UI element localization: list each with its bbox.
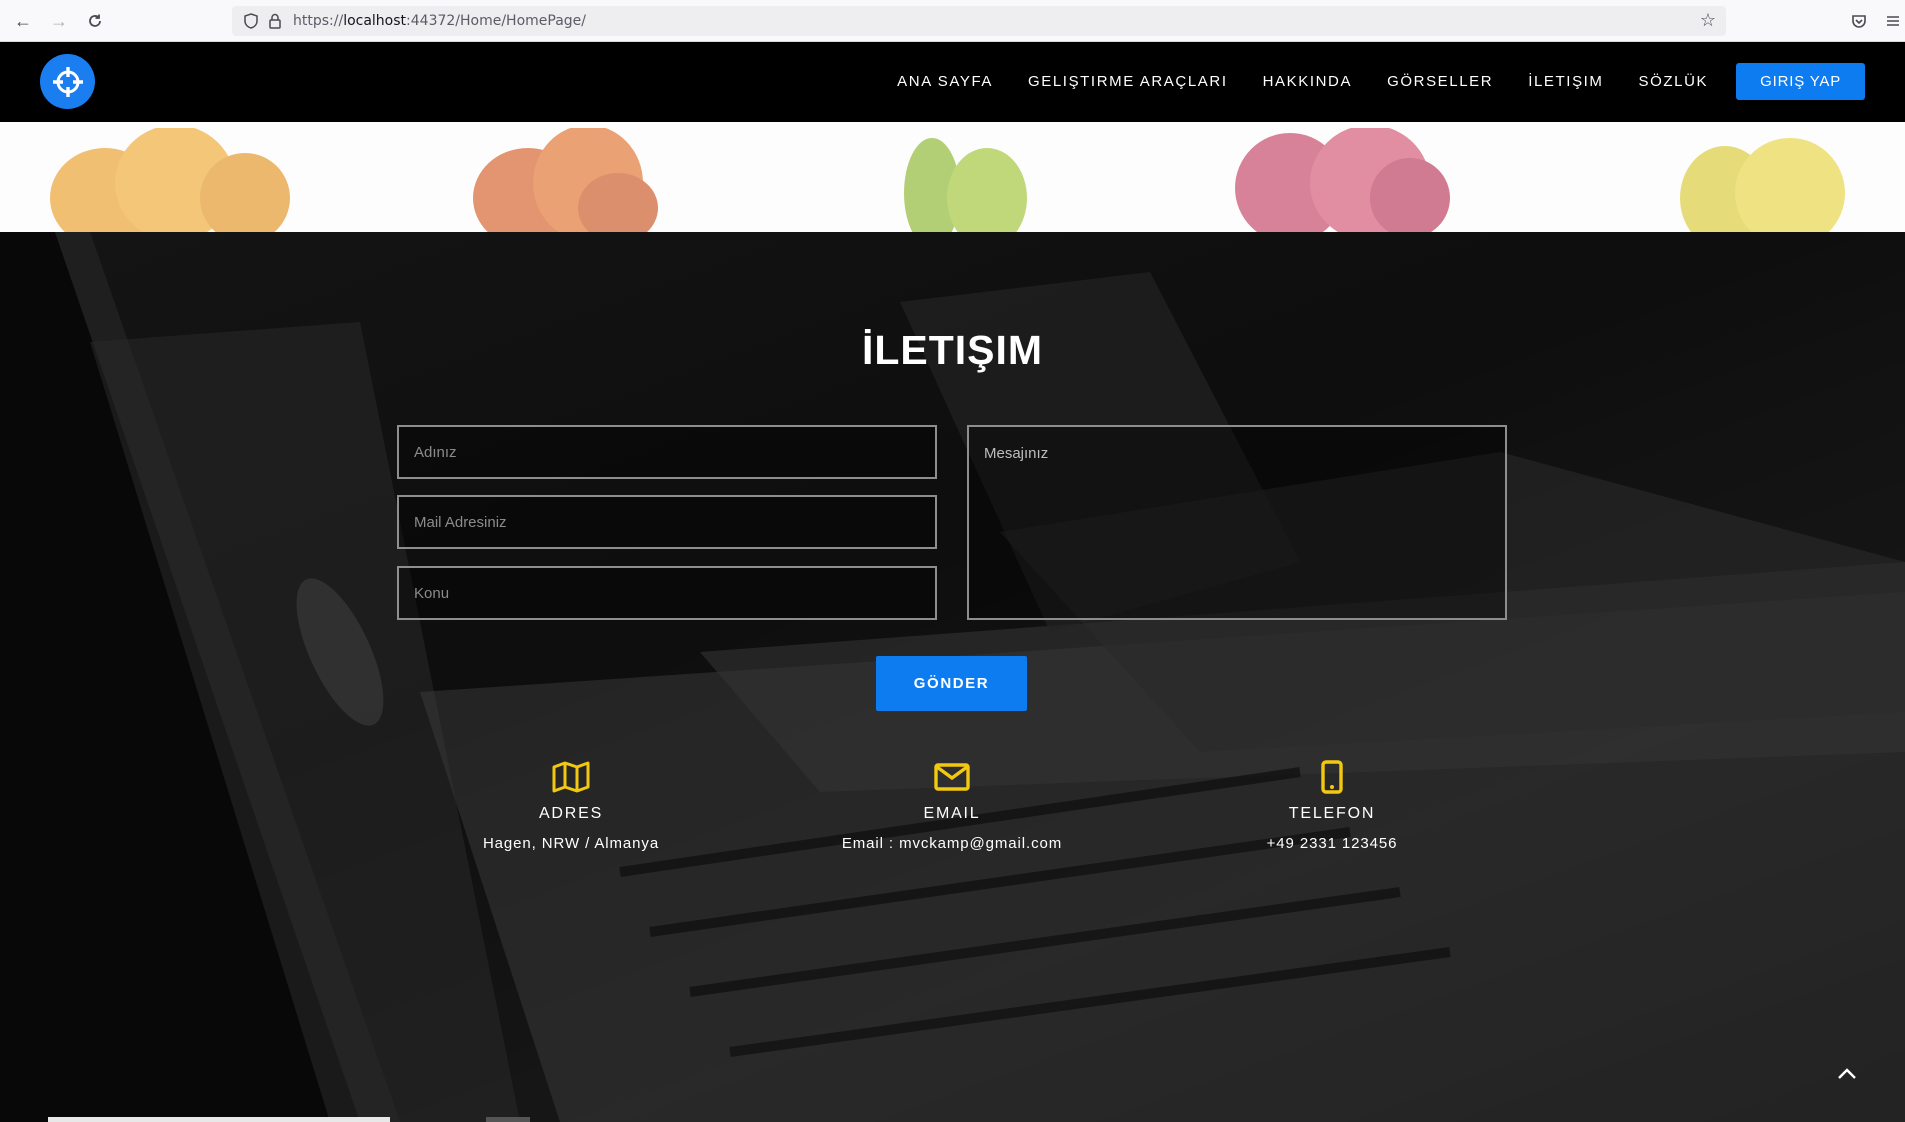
nav-sozluk[interactable]: SÖZLÜK bbox=[1639, 73, 1709, 90]
envelope-icon bbox=[802, 759, 1102, 795]
send-button[interactable]: GÖNDER bbox=[876, 656, 1027, 711]
forward-icon[interactable]: → bbox=[48, 10, 70, 32]
bookmark-star-icon[interactable]: ☆ bbox=[1700, 10, 1716, 31]
nav-gelistirme-araclari[interactable]: GELIŞTIRME ARAÇLARI bbox=[1028, 73, 1228, 90]
lock-icon[interactable] bbox=[266, 12, 284, 30]
pink-cactus-image bbox=[1235, 128, 1450, 232]
nav-ana-sayfa[interactable]: ANA SAYFA bbox=[897, 73, 993, 90]
logo-crosshair-icon[interactable] bbox=[40, 54, 95, 109]
address-title: ADRES bbox=[538, 805, 604, 822]
back-to-top-chevron-icon[interactable] bbox=[1837, 1060, 1857, 1086]
yellow-cactus-image bbox=[1680, 138, 1845, 232]
horizontal-scrollbar[interactable] bbox=[48, 1117, 390, 1122]
phone-title: TELEFON bbox=[1288, 805, 1376, 822]
login-button[interactable]: GIRIŞ YAP bbox=[1736, 63, 1865, 100]
email-input[interactable]: Mail Adresiniz bbox=[397, 495, 937, 549]
main-nav: ANA SAYFA GELIŞTIRME ARAÇLARI HAKKINDA G… bbox=[862, 63, 1865, 100]
shield-icon[interactable] bbox=[242, 12, 260, 30]
map-icon bbox=[421, 759, 721, 795]
menu-icon[interactable] bbox=[1882, 10, 1904, 32]
email-value: Email : mvckamp@gmail.com bbox=[841, 835, 1063, 852]
mobile-phone-icon bbox=[1182, 759, 1482, 795]
scrollbar-thumb[interactable] bbox=[486, 1117, 530, 1122]
url-text: https://localhost:44372/Home/HomePage/ bbox=[293, 13, 587, 29]
red-cactus-image bbox=[473, 128, 658, 232]
address-bar[interactable]: https://localhost:44372/Home/HomePage/ ☆ bbox=[232, 6, 1726, 36]
address-info: ADRES Hagen, NRW / Almanya bbox=[421, 759, 721, 852]
name-input[interactable]: Adınız bbox=[397, 425, 937, 479]
phone-value: +49 2331 123456 bbox=[1266, 835, 1398, 852]
contact-title: İLETIŞIM bbox=[861, 327, 1044, 373]
address-value: Hagen, NRW / Almanya bbox=[482, 835, 660, 852]
contact-section: İLETIŞIM Adınız Mail Adresiniz Konu Mesa… bbox=[0, 232, 1905, 1122]
site-header: ANA SAYFA GELIŞTIRME ARAÇLARI HAKKINDA G… bbox=[0, 42, 1905, 122]
green-cactus-image bbox=[904, 138, 1027, 232]
phone-info: TELEFON +49 2331 123456 bbox=[1182, 759, 1482, 852]
orange-cactus-image bbox=[50, 128, 290, 232]
message-textarea[interactable]: Mesajınız bbox=[967, 425, 1507, 620]
reload-icon[interactable] bbox=[84, 10, 106, 32]
cactus-banner bbox=[0, 122, 1905, 232]
back-icon[interactable]: ← bbox=[12, 10, 34, 32]
nav-iletisim[interactable]: İLETIŞIM bbox=[1528, 73, 1603, 90]
nav-gorseller[interactable]: GÖRSELLER bbox=[1387, 73, 1493, 90]
email-title: EMAIL bbox=[923, 805, 981, 822]
nav-hakkinda[interactable]: HAKKINDA bbox=[1263, 73, 1353, 90]
email-info: EMAIL Email : mvckamp@gmail.com bbox=[802, 759, 1102, 852]
browser-toolbar: ← → https://localhost:44372/Home/HomePag… bbox=[0, 0, 1905, 42]
pocket-icon[interactable] bbox=[1848, 10, 1870, 32]
subject-input[interactable]: Konu bbox=[397, 566, 937, 620]
